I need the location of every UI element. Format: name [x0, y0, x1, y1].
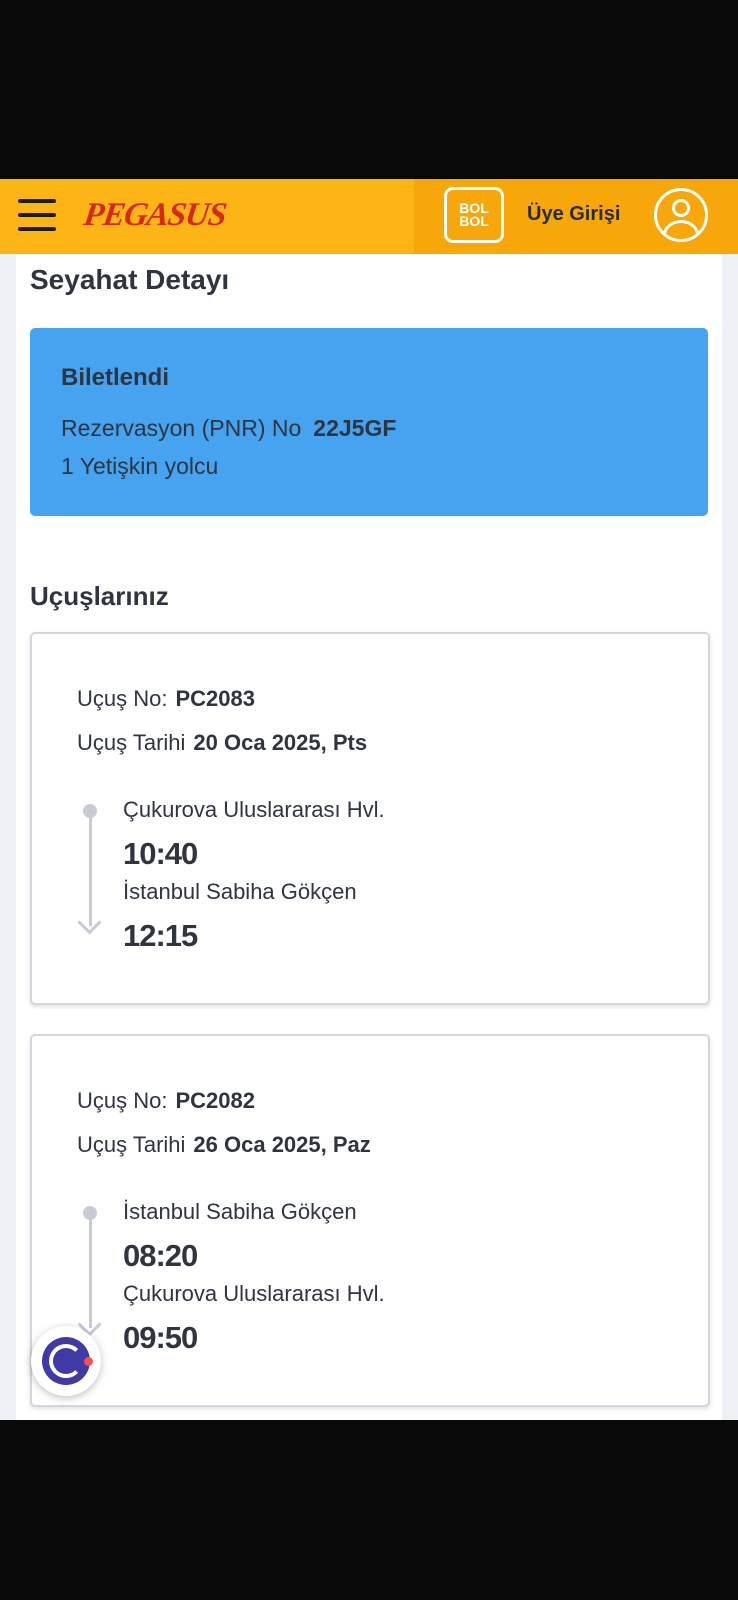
travel-detail-panel: Seyahat Detayı Biletlendi Rezervasyon (P…: [16, 254, 722, 1420]
ticket-status: Biletlendi: [61, 364, 170, 391]
flight-number: PC2082: [175, 1088, 255, 1113]
flight-date: 20 Oca 2025, Pts: [193, 730, 368, 755]
page-title: Seyahat Detayı: [30, 264, 230, 295]
arrival-airport: Çukurova Uluslararası Hvl.: [123, 1281, 385, 1306]
flight-date-label: Uçuş Tarihi: [77, 730, 186, 755]
flight-card[interactable]: Uçuş No: PC2082 Uçuş Tarihi 26 Oca 2025, P…: [30, 1034, 710, 1407]
flight-date: 26 Oca 2025, Paz: [193, 1132, 371, 1157]
flight-number-label: Uçuş No:: [77, 1088, 168, 1113]
user-avatar-icon[interactable]: [654, 188, 708, 242]
flight-number-row: Uçuş No: PC2083: [77, 686, 255, 712]
chat-assistant-icon: [42, 1337, 90, 1385]
flight-number-label: Uçuş No:: [77, 686, 168, 711]
passenger-count: 1 Yetişkin yolcu: [61, 453, 219, 479]
pnr-row: Rezervasyon (PNR) No 22J5GF: [61, 415, 396, 442]
arrow-down-icon: [77, 910, 102, 935]
member-login-link[interactable]: Üye Girişi: [527, 203, 620, 226]
flight-number-row: Uçuş No: PC2082: [77, 1088, 255, 1114]
departure-airport: İstanbul Sabiha Gökçen: [123, 1199, 357, 1224]
departure-airport: Çukurova Uluslararası Hvl.: [123, 797, 385, 822]
flight-date-row: Uçuş Tarihi 20 Oca 2025, Pts: [77, 730, 367, 756]
arrival-time: 12:15: [123, 918, 198, 953]
chat-assistant-button[interactable]: [31, 1326, 101, 1396]
arrival-time: 09:50: [123, 1320, 198, 1355]
flight-date-label: Uçuş Tarihi: [77, 1132, 186, 1157]
pnr-value: 22J5GF: [313, 415, 397, 441]
flight-card[interactable]: Uçuş No: PC2083 Uçuş Tarihi 20 Oca 2025, P…: [30, 632, 710, 1005]
flights-section-title: Uçuşlarınız: [30, 581, 169, 611]
hamburger-menu-icon[interactable]: [18, 199, 56, 231]
pegasus-logo[interactable]: PEGASUS: [81, 197, 229, 234]
flight-number: PC2083: [175, 686, 255, 711]
notification-dot: [84, 1357, 93, 1366]
arrival-airport: İstanbul Sabiha Gökçen: [123, 879, 357, 904]
bolbol-logo-icon[interactable]: BOL BOL: [444, 187, 504, 243]
bolbol-bottom-text: BOL: [459, 213, 489, 229]
pnr-label: Rezervasyon (PNR) No: [61, 415, 302, 441]
booking-status-card: Biletlendi Rezervasyon (PNR) No 22J5GF 1 …: [30, 328, 708, 516]
departure-time: 08:20: [123, 1238, 198, 1273]
top-header: PEGASUS BOL BOL Üye Girişi: [0, 179, 738, 254]
flight-date-row: Uçuş Tarihi 26 Oca 2025, Paz: [77, 1132, 371, 1158]
app-screen: PEGASUS BOL BOL Üye Girişi Seyahat Detay…: [0, 179, 738, 1420]
departure-time: 10:40: [123, 836, 198, 871]
